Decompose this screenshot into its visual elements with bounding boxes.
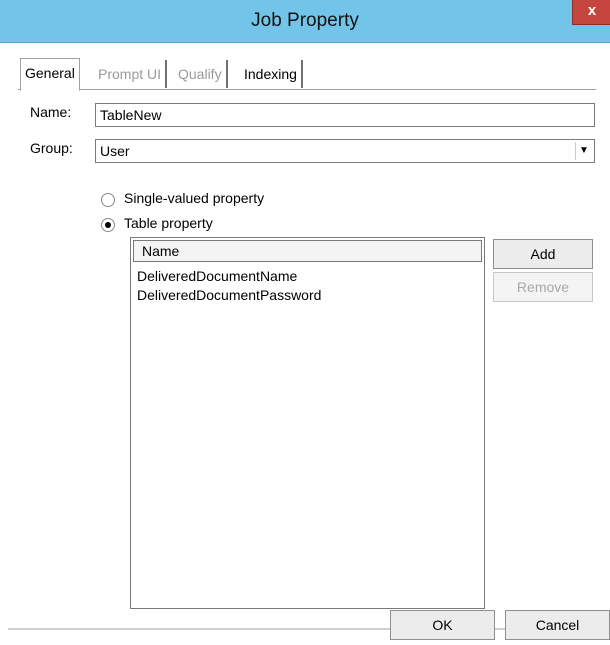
single-valued-label[interactable]: Single-valued property — [124, 190, 264, 206]
group-select[interactable]: User ▼ — [95, 139, 595, 163]
table-property-label[interactable]: Table property — [124, 215, 213, 231]
table-property-list[interactable]: Name DeliveredDocumentName DeliveredDocu… — [130, 237, 485, 609]
cancel-button[interactable]: Cancel — [505, 610, 610, 640]
tab-indexing[interactable]: Indexing — [240, 60, 303, 88]
tab-general[interactable]: General — [20, 58, 80, 91]
list-item[interactable]: DeliveredDocumentPassword — [137, 287, 321, 303]
ok-button[interactable]: OK — [390, 610, 495, 640]
close-button[interactable]: x — [572, 0, 610, 25]
window-title: Job Property — [251, 10, 359, 31]
add-button[interactable]: Add — [493, 239, 593, 269]
tab-strip-border — [18, 89, 596, 90]
name-label: Name: — [30, 104, 72, 120]
tab-prompt-ui[interactable]: Prompt UI — [94, 60, 168, 88]
name-field[interactable]: TableNew — [95, 103, 595, 127]
group-label: Group: — [30, 140, 73, 156]
tab-qualify[interactable]: Qualify — [174, 60, 228, 88]
group-select-value: User — [100, 143, 130, 159]
single-valued-radio[interactable] — [101, 193, 115, 207]
title-bar: Job Property x — [0, 0, 610, 43]
column-header-name[interactable]: Name — [133, 240, 482, 262]
table-property-radio[interactable] — [101, 218, 115, 232]
list-item[interactable]: DeliveredDocumentName — [137, 268, 297, 284]
remove-button[interactable]: Remove — [493, 272, 593, 302]
chevron-down-icon[interactable]: ▼ — [575, 142, 592, 160]
